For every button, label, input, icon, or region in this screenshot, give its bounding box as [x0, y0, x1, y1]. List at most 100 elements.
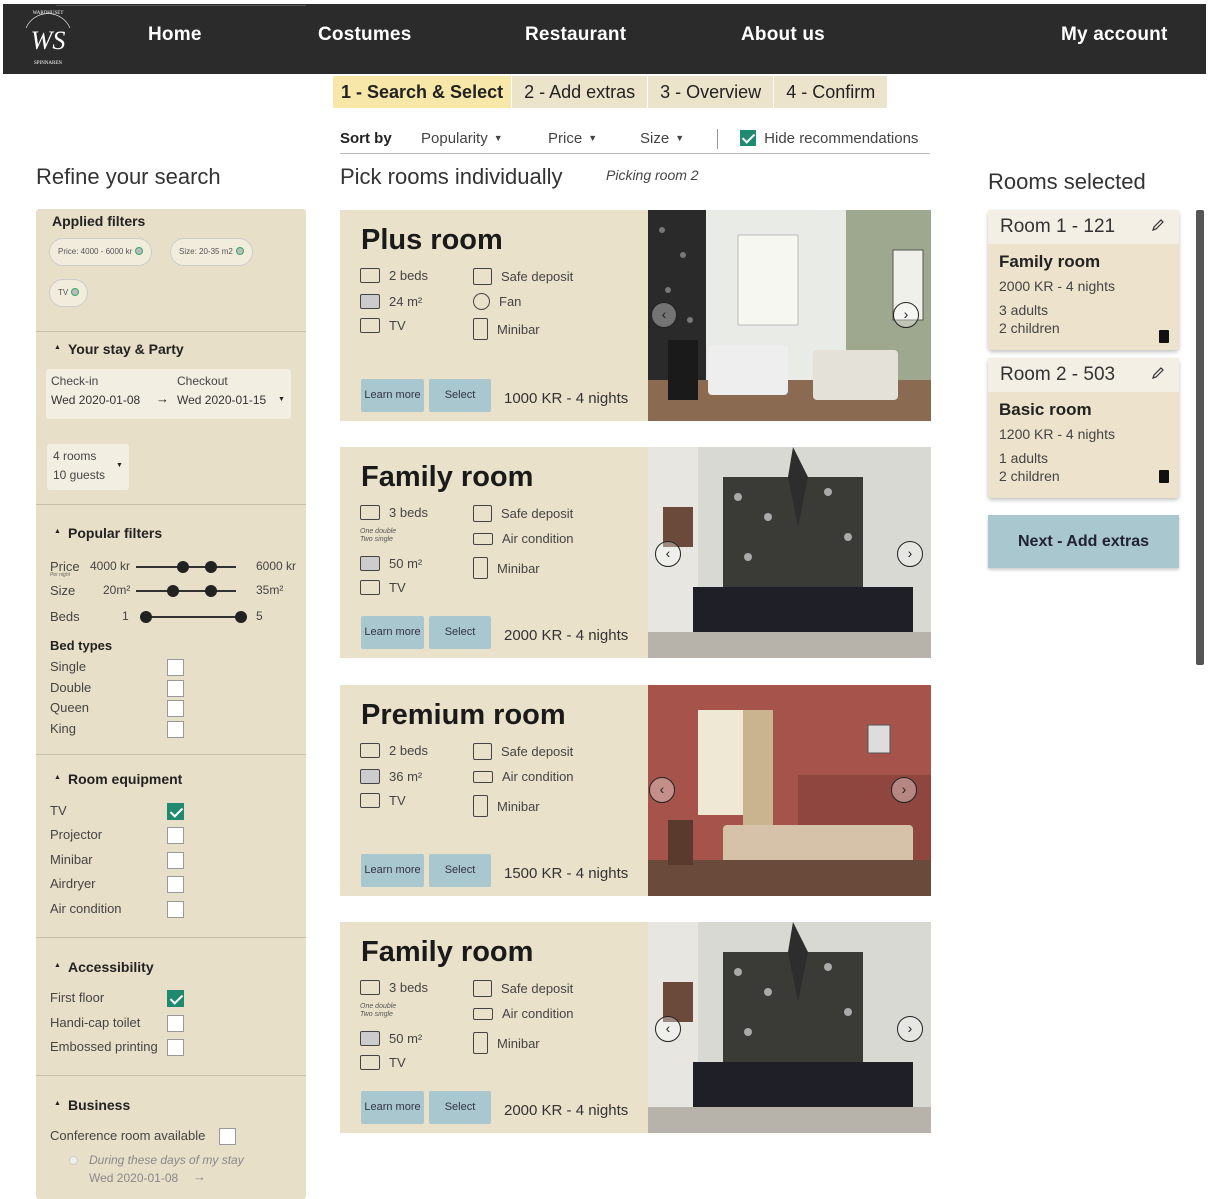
party-picker[interactable]: 4 rooms 10 guests ▼	[47, 444, 129, 490]
logo[interactable]: WARDHUSET WS SPINNAREN	[18, 2, 78, 68]
learn-more-button[interactable]: Learn more	[361, 854, 424, 887]
sort-size[interactable]: Size ▼	[640, 130, 684, 147]
select-room-button[interactable]: Select	[429, 854, 491, 887]
select-room-button[interactable]: Select	[429, 1091, 491, 1124]
price-slider[interactable]	[136, 561, 236, 573]
select-room-button[interactable]: Select	[429, 616, 491, 649]
step-overview[interactable]: 3 - Overview	[647, 76, 774, 108]
scrollbar-thumb[interactable]	[1196, 210, 1204, 665]
accessibility-checkbox[interactable]	[167, 1039, 184, 1056]
room-photo-image	[648, 447, 931, 658]
feature-minibar: Minibar	[473, 557, 540, 579]
equipment-checkbox[interactable]	[167, 852, 184, 869]
nav-my-account[interactable]: My account	[1061, 24, 1168, 46]
accessibility-title[interactable]: Accessibility	[54, 959, 154, 975]
slider-handle[interactable]	[235, 611, 247, 623]
date-picker[interactable]: Check-in Checkout Wed 2020-01-08 → Wed 2…	[46, 369, 291, 419]
step-search-select[interactable]: 1 - Search & Select	[332, 76, 512, 108]
caret-down-icon: ▼	[278, 396, 285, 403]
popular-filters-title[interactable]: Popular filters	[54, 525, 162, 541]
next-photo-arrow[interactable]: ›	[897, 541, 923, 567]
bed-type-checkbox[interactable]	[167, 680, 184, 697]
trash-icon[interactable]	[1159, 330, 1169, 343]
learn-more-button[interactable]: Learn more	[361, 1091, 424, 1124]
feature-size: 50 m²	[360, 556, 422, 571]
remove-icon[interactable]	[71, 288, 80, 296]
hide-recommendations-checkbox[interactable]	[740, 130, 756, 146]
next-photo-arrow[interactable]: ›	[891, 777, 917, 803]
equipment-checkbox[interactable]	[167, 803, 184, 820]
size-slider[interactable]	[136, 585, 236, 597]
equipment-checkbox[interactable]	[167, 901, 184, 918]
nav-home[interactable]: Home	[148, 24, 202, 46]
slider-handle[interactable]	[205, 561, 217, 573]
air-condition-icon	[473, 770, 493, 783]
applied-filter-chip[interactable]: Size: 20-35 m2	[170, 238, 253, 266]
stay-party-title[interactable]: Your stay & Party	[54, 341, 184, 357]
applied-filter-chip[interactable]: Price: 4000 - 6000 kr	[49, 238, 153, 266]
learn-more-button[interactable]: Learn more	[361, 379, 424, 412]
next-add-extras-button[interactable]: Next - Add extras	[988, 515, 1179, 568]
accessibility-checkbox[interactable]	[167, 1015, 184, 1032]
remove-icon[interactable]	[135, 247, 144, 255]
business-section: Business Conference room available Durin…	[36, 1075, 306, 1199]
feature-beds: 2 beds	[360, 743, 428, 758]
filter-sidebar: Applied filters Price: 4000 - 6000 kr Si…	[36, 209, 306, 1199]
conference-checkbox[interactable]	[219, 1128, 236, 1145]
sort-price[interactable]: Price ▼	[548, 130, 597, 147]
learn-more-button[interactable]: Learn more	[361, 616, 424, 649]
equipment-checkbox[interactable]	[167, 827, 184, 844]
during-label: During these days of my stay	[89, 1153, 244, 1167]
slider-handle[interactable]	[205, 585, 217, 597]
next-photo-arrow[interactable]: ›	[893, 302, 919, 328]
price-sublabel: Per night	[50, 572, 71, 578]
room-card: Family room 3 beds One double Two single…	[340, 447, 931, 658]
size-min: 20m²	[103, 583, 131, 597]
slider-handle[interactable]	[177, 561, 189, 573]
room-photo-image	[648, 922, 931, 1133]
business-title[interactable]: Business	[54, 1097, 130, 1113]
beds-slider[interactable]	[140, 611, 247, 623]
air-condition-icon	[473, 1007, 493, 1020]
selected-room-price: 2000 KR - 4 nights	[999, 278, 1115, 294]
step-add-extras[interactable]: 2 - Add extras	[511, 76, 648, 108]
hide-recommendations-toggle[interactable]: Hide recommendations	[740, 130, 918, 147]
nav-about-us[interactable]: About us	[741, 24, 825, 46]
prev-photo-arrow[interactable]: ‹	[651, 302, 677, 328]
bed-icon	[360, 743, 380, 758]
step-confirm[interactable]: 4 - Confirm	[773, 76, 888, 108]
size-label: Size	[50, 583, 76, 598]
equipment-label: Minibar	[50, 852, 93, 867]
room-photo: ‹ ›	[648, 447, 931, 658]
slider-handle[interactable]	[167, 585, 179, 597]
bed-type-checkbox[interactable]	[167, 659, 184, 676]
prev-photo-arrow[interactable]: ‹	[655, 541, 681, 567]
sort-popularity[interactable]: Popularity ▼	[421, 130, 503, 147]
next-photo-arrow[interactable]: ›	[897, 1016, 923, 1042]
bed-type-checkbox[interactable]	[167, 721, 184, 738]
equipment-checkbox[interactable]	[167, 876, 184, 893]
room-equipment-title[interactable]: Room equipment	[54, 771, 182, 787]
during-radio[interactable]	[69, 1156, 78, 1165]
room-price: 1500 KR - 4 nights	[504, 865, 629, 882]
beds-max: 5	[256, 609, 263, 623]
stay-party-section: Your stay & Party Check-in Checkout Wed …	[36, 331, 306, 504]
selected-room-adults: 3 adults	[999, 302, 1049, 318]
nav-restaurant[interactable]: Restaurant	[525, 24, 626, 46]
feature-tv: TV	[360, 1055, 406, 1070]
nav-costumes[interactable]: Costumes	[318, 24, 411, 46]
bed-type-checkbox[interactable]	[167, 700, 184, 717]
trash-icon[interactable]	[1159, 470, 1169, 483]
slider-handle[interactable]	[140, 611, 152, 623]
remove-icon[interactable]	[235, 247, 244, 255]
prev-photo-arrow[interactable]: ‹	[649, 777, 675, 803]
applied-filters-title: Applied filters	[52, 213, 146, 229]
accessibility-checkbox[interactable]	[167, 990, 184, 1007]
feature-safe: Safe deposit	[473, 743, 573, 760]
applied-filter-chip[interactable]: TV	[49, 279, 89, 307]
feature-beds: 3 beds	[360, 505, 428, 520]
edit-pencil-icon[interactable]	[1151, 218, 1165, 232]
select-room-button[interactable]: Select	[429, 379, 491, 412]
prev-photo-arrow[interactable]: ‹	[655, 1016, 681, 1042]
edit-pencil-icon[interactable]	[1151, 366, 1165, 380]
